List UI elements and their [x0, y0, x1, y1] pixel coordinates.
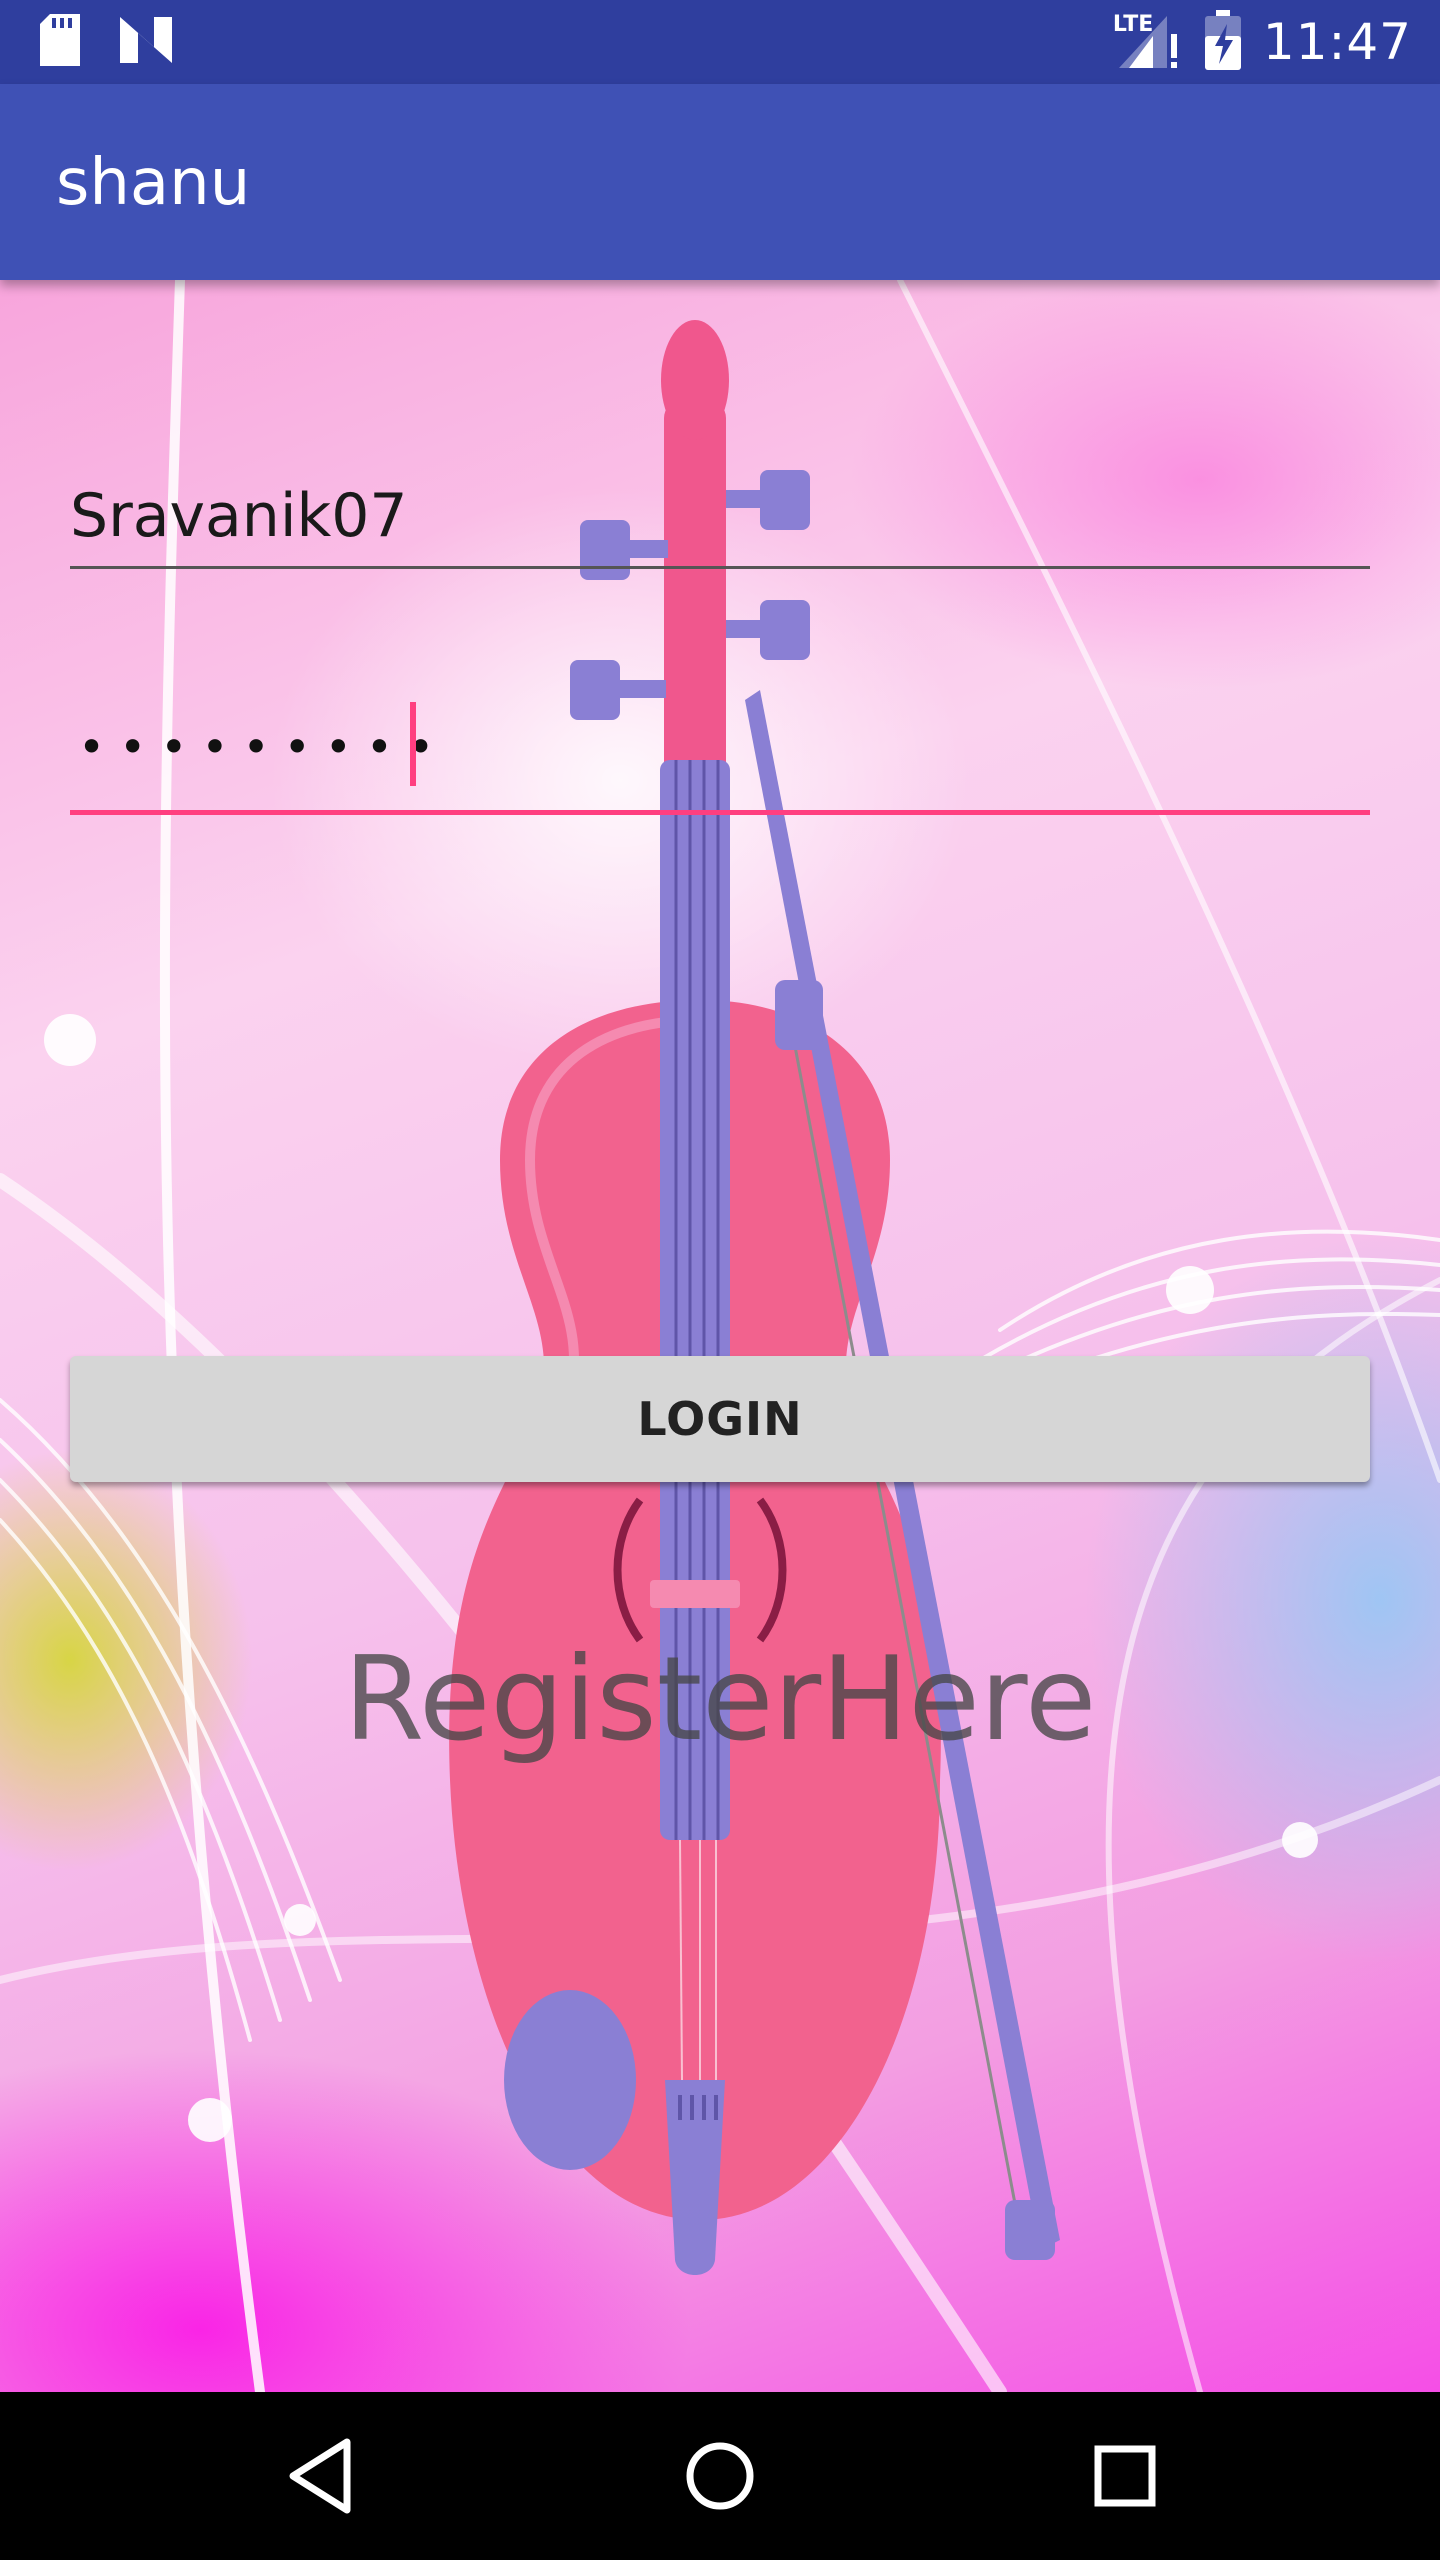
text-cursor — [410, 702, 416, 786]
status-bar: LTE 11:47 — [0, 0, 1440, 84]
username-input[interactable]: Sravanik07 — [70, 466, 1370, 569]
navigation-bar — [0, 2392, 1440, 2560]
home-icon[interactable] — [670, 2426, 770, 2526]
password-value: ••••••••• — [78, 720, 449, 774]
sd-card-icon — [40, 13, 80, 71]
register-link[interactable]: RegisterHere — [0, 1632, 1440, 1767]
lte-signal-icon: LTE — [1113, 12, 1183, 72]
password-input[interactable]: ••••••••• — [70, 700, 1370, 815]
recents-icon[interactable] — [1075, 2426, 1175, 2526]
app-title: shanu — [56, 146, 251, 220]
login-button[interactable]: LOGIN — [70, 1356, 1370, 1482]
app-bar: shanu — [0, 84, 1440, 280]
battery-icon — [1204, 9, 1241, 75]
n-notification-icon — [120, 16, 172, 68]
status-time: 11:47 — [1262, 13, 1412, 71]
violin-background-image — [0, 280, 1440, 2392]
login-screen: Sravanik07 ••••••••• LOGIN RegisterHere — [0, 280, 1440, 2392]
back-icon[interactable] — [270, 2426, 370, 2526]
screen: LTE 11:47 shanu Sravanik07 ••••••••• LOG… — [0, 0, 1440, 2560]
